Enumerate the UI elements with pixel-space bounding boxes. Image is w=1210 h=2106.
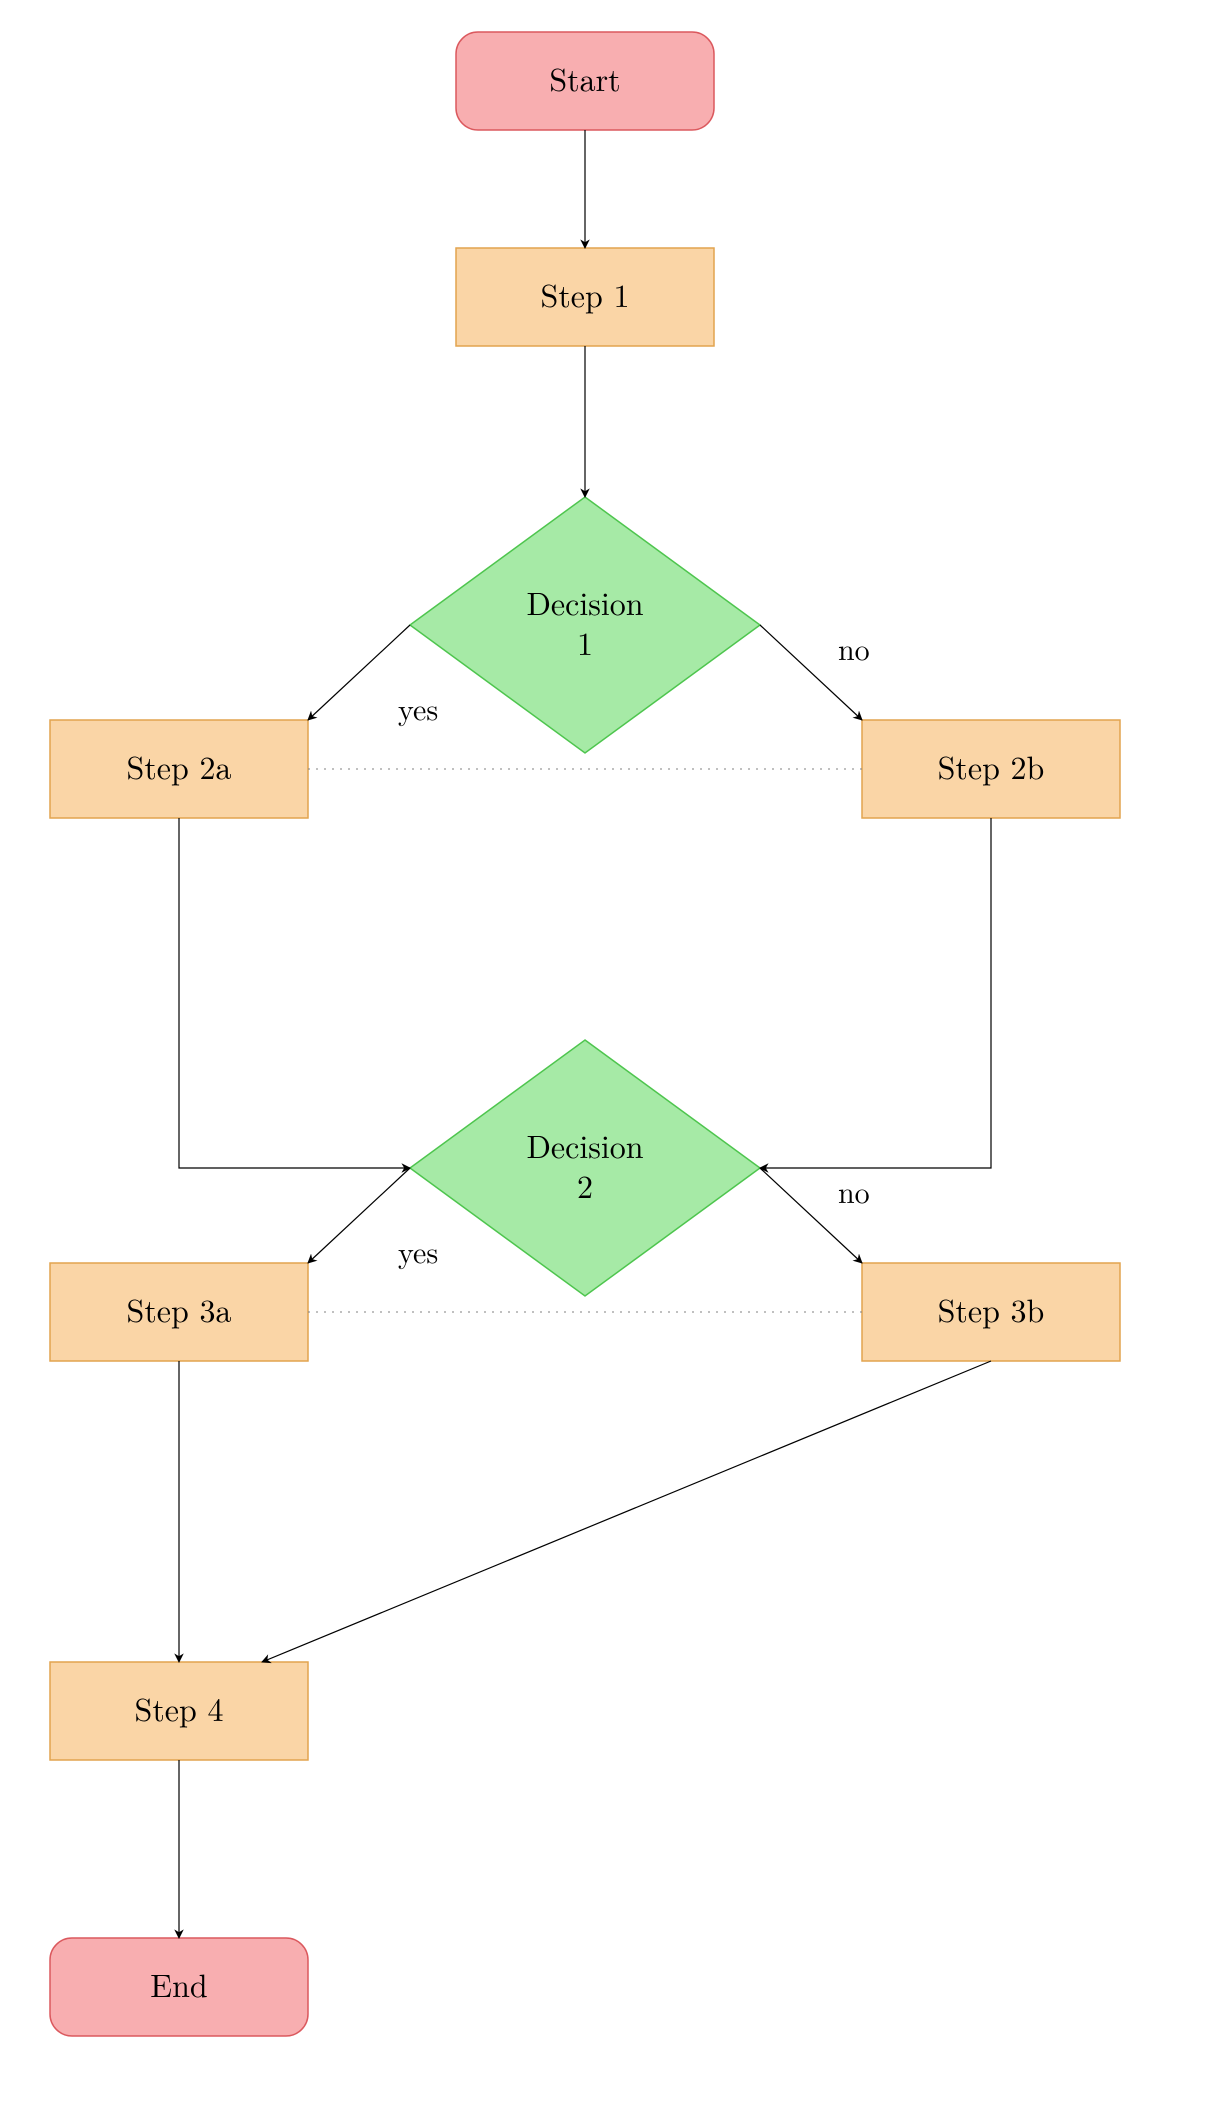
node-end: End bbox=[50, 1938, 308, 2036]
label-decision1-line2: 1 bbox=[577, 620, 593, 665]
label-step2b: Step 2b bbox=[938, 744, 1045, 789]
label-decision2-line2: 2 bbox=[577, 1163, 593, 1208]
node-decision1: Decision 1 bbox=[410, 497, 760, 753]
edge-label-yes1: yes bbox=[398, 686, 438, 729]
label-step3a: Step 3a bbox=[127, 1287, 232, 1332]
label-step2a: Step 2a bbox=[127, 744, 232, 789]
edge-step2b-decision2 bbox=[760, 818, 991, 1168]
edge-label-yes2: yes bbox=[398, 1229, 438, 1272]
edge-decision2-step3a bbox=[308, 1168, 410, 1263]
node-step2a: Step 2a bbox=[50, 720, 308, 818]
edge-label-no1: no bbox=[838, 626, 870, 669]
edge-step2a-decision2 bbox=[179, 818, 410, 1168]
node-decision2: Decision 2 bbox=[410, 1040, 760, 1296]
edge-label-no2: no bbox=[838, 1169, 870, 1212]
label-decision2-line1: Decision bbox=[526, 1123, 643, 1168]
label-step1: Step 1 bbox=[541, 272, 630, 317]
node-step3b: Step 3b bbox=[862, 1263, 1120, 1361]
label-end: End bbox=[150, 1962, 207, 2007]
label-step4: Step 4 bbox=[135, 1686, 224, 1731]
node-step2b: Step 2b bbox=[862, 720, 1120, 818]
edge-step3b-step4 bbox=[262, 1361, 991, 1662]
flowchart-canvas: Start Step 1 Decision 1 Step 2a Step 2b … bbox=[0, 0, 1210, 2106]
label-start: Start bbox=[549, 56, 620, 101]
node-step4: Step 4 bbox=[50, 1662, 308, 1760]
edge-decision1-step2a bbox=[308, 625, 410, 720]
node-start: Start bbox=[456, 32, 714, 130]
label-decision1-line1: Decision bbox=[526, 580, 643, 625]
node-step3a: Step 3a bbox=[50, 1263, 308, 1361]
label-step3b: Step 3b bbox=[938, 1287, 1045, 1332]
node-step1: Step 1 bbox=[456, 248, 714, 346]
